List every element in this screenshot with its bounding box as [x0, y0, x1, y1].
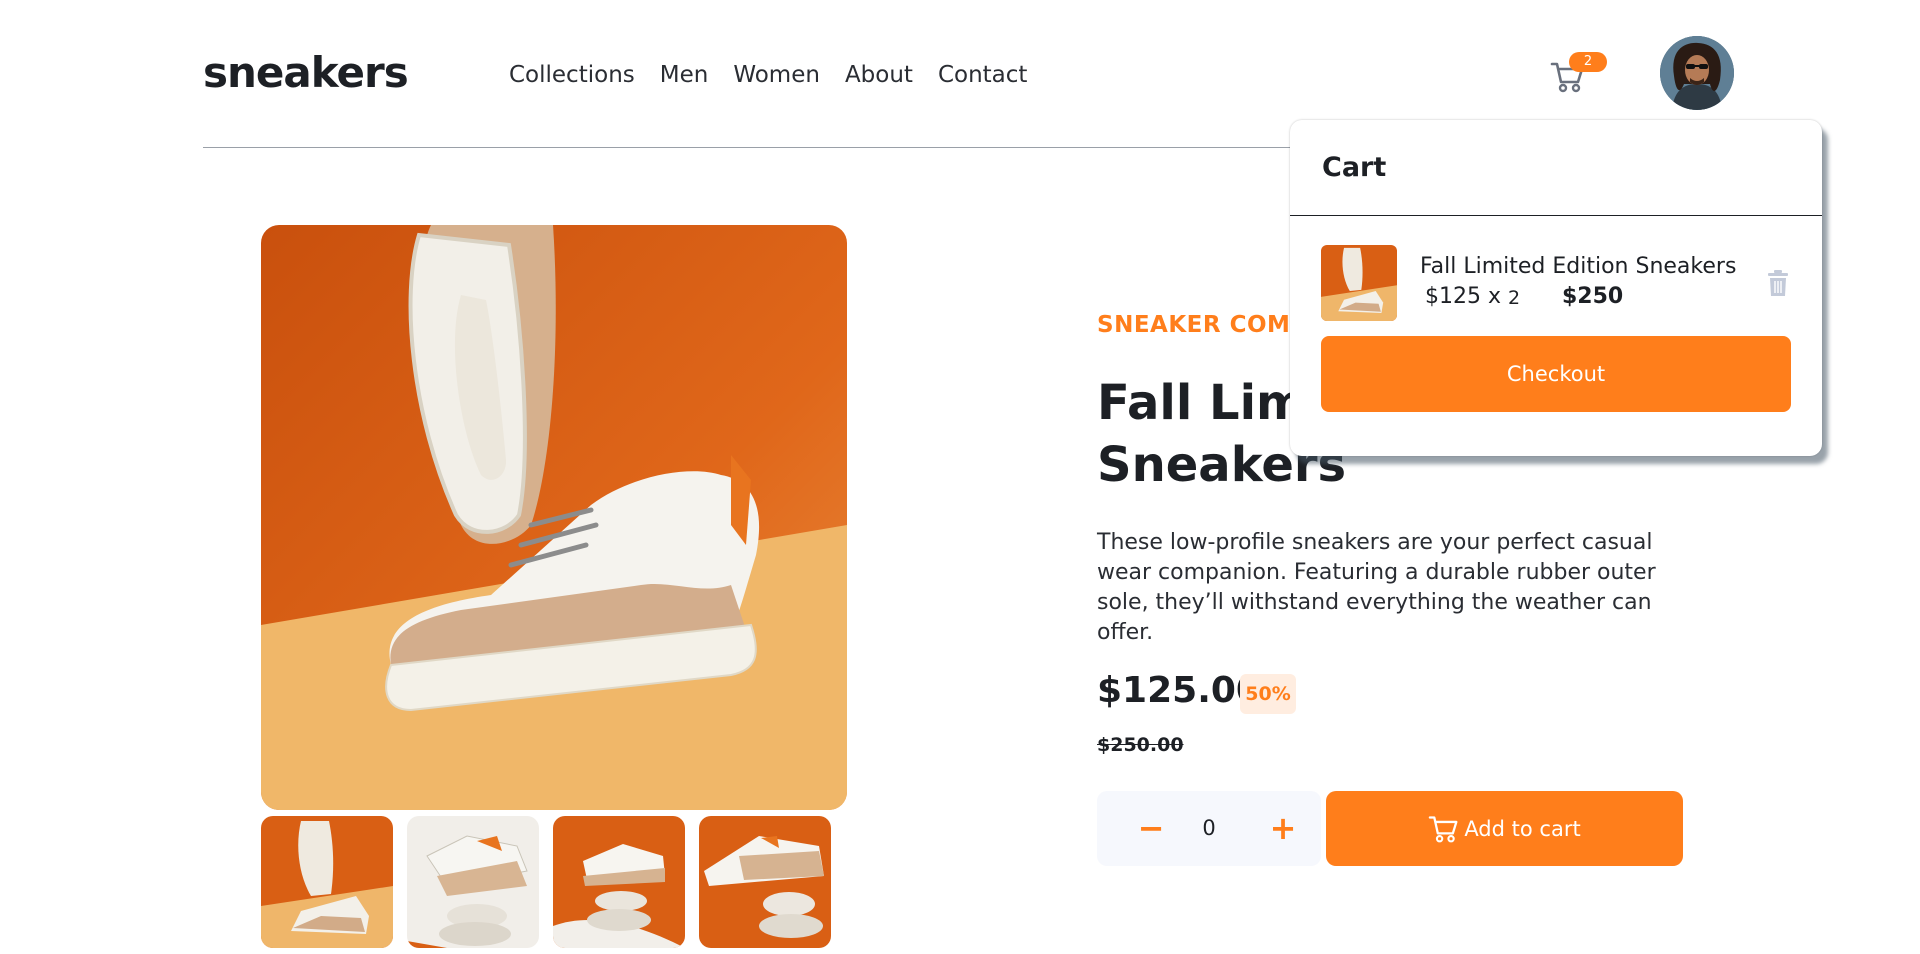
thumbnail-3[interactable]: [553, 816, 685, 948]
nav-collections[interactable]: Collections: [509, 62, 635, 88]
quantity-value: 0: [1202, 816, 1216, 840]
cart-item-name: Fall Limited Edition Sneakers: [1420, 254, 1737, 279]
nav-men[interactable]: Men: [660, 62, 709, 88]
nav-about[interactable]: About: [845, 62, 913, 88]
cart-count-badge: 2: [1569, 52, 1607, 72]
main-nav: Collections Men Women About Contact: [509, 62, 1027, 88]
thumbnail-1[interactable]: [261, 816, 393, 948]
nav-women[interactable]: Women: [733, 62, 820, 88]
cart-title: Cart: [1322, 152, 1387, 183]
cart-icon: [1429, 815, 1458, 842]
cart-divider: [1290, 215, 1822, 216]
discount-badge: 50%: [1240, 674, 1296, 714]
quantity-stepper: − 0 +: [1097, 791, 1321, 866]
product-description: These low-profile sneakers are your perf…: [1097, 530, 1656, 645]
cart-item-quantity: 2: [1508, 287, 1521, 309]
product-main-image[interactable]: [261, 225, 847, 810]
user-avatar[interactable]: [1660, 36, 1734, 110]
add-to-cart-label: Add to cart: [1464, 816, 1581, 841]
increase-quantity-button[interactable]: +: [1253, 791, 1313, 866]
logo[interactable]: sneakers: [203, 48, 409, 97]
cart-button[interactable]: 2: [1550, 52, 1620, 102]
cart-item-unit-price: $125 x: [1425, 284, 1502, 309]
checkout-button[interactable]: Checkout: [1321, 336, 1791, 412]
nav-contact[interactable]: Contact: [938, 62, 1027, 88]
cart-item-total: $250: [1562, 284, 1624, 309]
delete-icon[interactable]: [1766, 270, 1790, 296]
cart-item-thumbnail: [1321, 245, 1397, 321]
add-to-cart-button[interactable]: Add to cart: [1326, 791, 1683, 866]
original-price: $250.00: [1097, 734, 1184, 756]
cart-dropdown: Cart Fall Limited Edition Sneakers $125 …: [1290, 120, 1822, 456]
thumbnail-4[interactable]: [699, 816, 831, 948]
current-price: $125.00: [1097, 670, 1261, 711]
thumbnail-strip: [261, 816, 831, 948]
thumbnail-2[interactable]: [407, 816, 539, 948]
